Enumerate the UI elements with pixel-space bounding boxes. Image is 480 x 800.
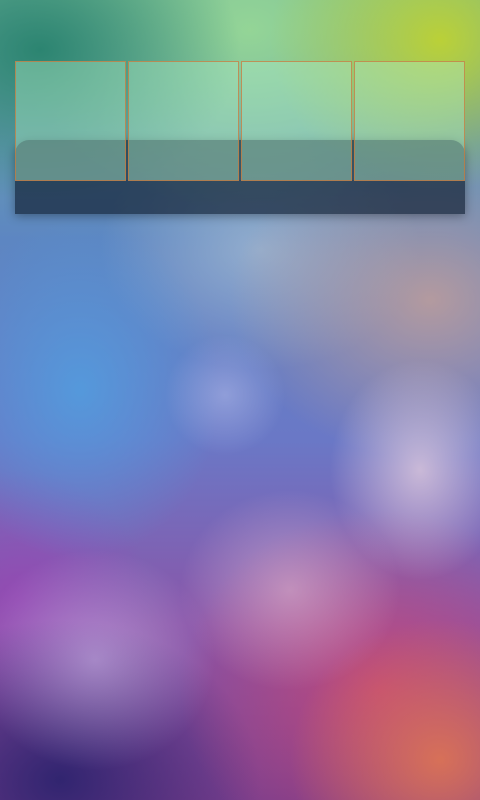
widget-slot-3[interactable] <box>241 61 352 181</box>
widget-slot-4[interactable] <box>354 61 465 181</box>
widget-slot-1[interactable] <box>15 61 126 181</box>
widget-slot-2[interactable] <box>128 61 239 181</box>
widget-panel-band <box>15 180 465 214</box>
widget-tile-row <box>15 61 465 181</box>
